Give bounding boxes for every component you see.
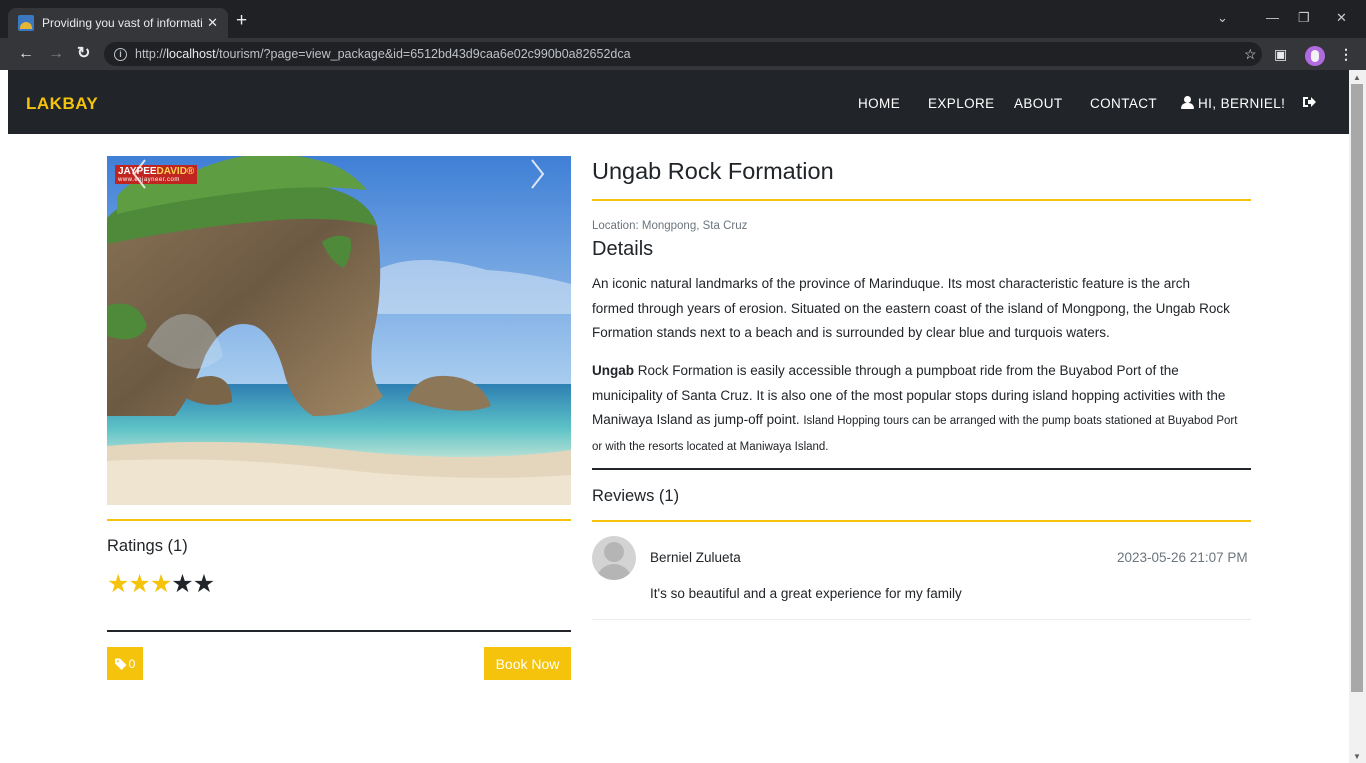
details-heading: Details (592, 238, 654, 260)
nav-about[interactable]: ABOUT (1014, 96, 1063, 111)
back-icon[interactable]: ← (18, 44, 34, 64)
info-icon[interactable]: i (114, 47, 127, 61)
carousel-next-icon[interactable] (526, 157, 548, 191)
site-favicon-icon (18, 15, 34, 31)
scrollbar-thumb[interactable] (1351, 84, 1363, 692)
tab-title: Providing you vast of informatio (42, 16, 202, 30)
avatar (592, 536, 636, 580)
reload-icon[interactable]: ↻ (77, 44, 90, 64)
scroll-down-icon[interactable]: ▼ (1353, 752, 1361, 761)
star-filled-icon: ★ (149, 570, 172, 598)
divider-dark (107, 630, 571, 632)
package-photo (107, 156, 571, 505)
reviews-title: Reviews (1) (592, 487, 680, 505)
browser-toolbar: ← → ↻ i http://localhost/tourism/?page=v… (0, 38, 1366, 94)
star-filled-icon: ★ (128, 570, 150, 598)
star-filled-icon: ★ (107, 570, 129, 598)
address-bar[interactable]: i http://localhost/tourism/?page=view_pa… (104, 42, 1262, 66)
forward-icon[interactable]: → (48, 44, 64, 64)
new-tab-button[interactable]: + (236, 11, 247, 31)
scroll-up-icon[interactable]: ▲ (1353, 73, 1361, 82)
book-now-button[interactable]: Book Now (484, 647, 571, 680)
brand-logo[interactable]: LAKBAY (26, 94, 98, 114)
restore-icon[interactable]: ❐ (1298, 10, 1310, 26)
sidepanel-icon[interactable]: ▣ (1274, 45, 1287, 63)
profile-icon[interactable] (1305, 46, 1325, 66)
star-icon[interactable]: ☆ (1244, 45, 1257, 63)
reviewer-name: Berniel Zulueta (650, 550, 741, 565)
nav-user[interactable]: HI, BERNIEL! (1181, 96, 1285, 111)
package-description: An iconic natural landmarks of the provi… (592, 276, 1230, 340)
site-navbar: LAKBAY HOME EXPLORE ABOUT CONTACT HI, BE… (8, 70, 1349, 134)
url-text: http://localhost/tourism/?page=view_pack… (135, 47, 631, 61)
review-date: 2023-05-26 21:07 PM (1117, 550, 1248, 565)
tag-count-button[interactable]: 0 (107, 647, 143, 680)
review-divider (592, 619, 1251, 620)
package-image-carousel: JAYPEEDAVID® www.enjayneer.com (107, 156, 571, 505)
browser-tab[interactable]: Providing you vast of informatio ✕ (8, 8, 228, 38)
menu-icon[interactable]: ⋮ (1339, 45, 1353, 63)
star-rating: ★★★★★ (107, 569, 215, 599)
divider-gold (592, 520, 1251, 522)
ratings-title: Ratings (1) (107, 537, 188, 555)
carousel-prev-icon[interactable] (129, 157, 151, 191)
window-close-icon[interactable]: ✕ (1336, 10, 1347, 26)
logout-icon[interactable] (1302, 95, 1316, 109)
star-empty-icon: ★ (171, 570, 193, 598)
star-empty-icon: ★ (192, 570, 215, 598)
divider-gold (592, 199, 1251, 201)
package-title: Ungab Rock Formation (592, 158, 834, 184)
divider-gold (107, 519, 571, 521)
tag-icon (114, 658, 127, 670)
package-access-info: Ungab Rock Formation is easily accessibl… (592, 363, 1238, 453)
user-icon (1181, 96, 1194, 109)
image-watermark: JAYPEEDAVID® www.enjayneer.com (115, 165, 198, 184)
nav-explore[interactable]: EXPLORE (928, 96, 995, 111)
minimize-icon[interactable]: — (1266, 10, 1279, 25)
nav-home[interactable]: HOME (858, 96, 900, 111)
review-text: It's so beautiful and a great experience… (650, 586, 962, 601)
tag-count: 0 (128, 656, 136, 671)
divider-dark (592, 468, 1251, 470)
nav-contact[interactable]: CONTACT (1090, 96, 1157, 111)
tab-search-icon[interactable]: ⌄ (1217, 10, 1228, 26)
tab-close-icon[interactable]: ✕ (207, 15, 218, 31)
package-location: Location: Mongpong, Sta Cruz (592, 220, 748, 232)
browser-tab-bar: Providing you vast of informatio ✕ + ⌄ —… (0, 0, 1366, 38)
